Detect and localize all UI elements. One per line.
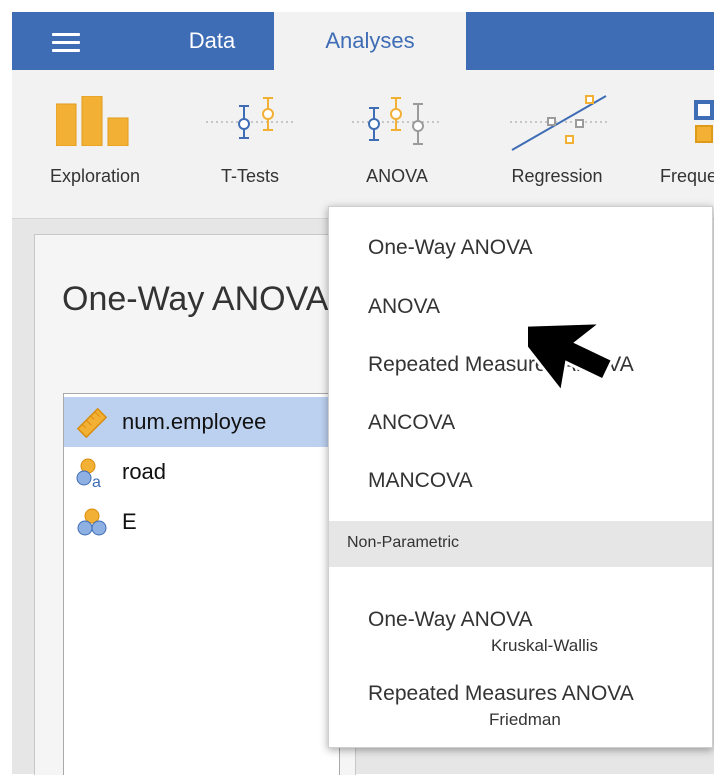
- tab-analyses[interactable]: Analyses: [274, 12, 466, 70]
- ruler-icon: [76, 407, 108, 439]
- variable-label: road: [122, 459, 167, 484]
- menu-item-label: MANCOVA: [368, 469, 473, 492]
- regression-button[interactable]: Regression: [492, 70, 622, 190]
- menu-item-friedman[interactable]: Repeated Measures ANOVA Friedman: [329, 665, 712, 735]
- section-header-label: Non-Parametric: [347, 534, 460, 551]
- anova-label: ANOVA: [366, 166, 428, 186]
- regression-icon: [510, 95, 610, 151]
- svg-text:a: a: [92, 474, 101, 489]
- analyses-ribbon: Exploration T-Tests ANOVA Regression Fre…: [12, 70, 714, 219]
- section-header-non-parametric: Non-Parametric: [329, 521, 712, 567]
- anova-dropdown-menu: One-Way ANOVA ANOVA Repeated Measures AN…: [328, 206, 713, 748]
- nominal-icon: [77, 508, 107, 536]
- menu-item-one-way-anova[interactable]: One-Way ANOVA: [329, 219, 712, 277]
- frequencies-label: Freque: [660, 166, 714, 186]
- anova-button[interactable]: ANOVA: [332, 70, 462, 190]
- frequencies-icon: [694, 100, 714, 143]
- menu-item-label: One-Way ANOVA: [368, 236, 533, 259]
- menu-item-repeated-measures-anova[interactable]: Repeated Measures ANOVA: [329, 336, 712, 394]
- variable-label: num.employee: [122, 409, 267, 434]
- menu-item-label: ANOVA: [368, 295, 440, 318]
- variable-label: E: [122, 509, 137, 534]
- mouse-pointer-icon: [528, 321, 615, 396]
- menu-item-label: One-Way ANOVA: [368, 608, 533, 631]
- menu-item-label: Repeated Measures ANOVA: [368, 682, 634, 705]
- variable-row-num-employee[interactable]: num.employee: [64, 397, 339, 447]
- t-tests-label: T-Tests: [220, 166, 279, 186]
- menu-item-sublabel: Friedman: [489, 710, 561, 729]
- menu-item-mancova[interactable]: MANCOVA: [329, 452, 712, 510]
- menu-item-kruskal-wallis[interactable]: One-Way ANOVA Kruskal-Wallis: [329, 591, 712, 661]
- nominal-text-icon: a: [76, 458, 101, 489]
- t-tests-button[interactable]: T-Tests: [190, 70, 310, 190]
- variable-list[interactable]: num.employee a road E: [63, 393, 340, 775]
- regression-label: Regression: [511, 166, 603, 186]
- tab-data[interactable]: Data: [152, 12, 272, 70]
- exploration-label: Exploration: [49, 166, 141, 186]
- hamburger-icon[interactable]: [50, 31, 84, 53]
- menu-item-label: ANCOVA: [368, 411, 456, 434]
- anova-icon: [352, 97, 442, 145]
- variable-row-e[interactable]: E: [64, 497, 339, 547]
- bar-chart-icon: [56, 96, 129, 146]
- variable-row-road[interactable]: a road: [64, 447, 339, 497]
- t-test-icon: [206, 97, 296, 139]
- menu-item-ancova[interactable]: ANCOVA: [329, 394, 712, 452]
- analysis-title: One-Way ANOVA: [62, 280, 329, 318]
- frequencies-button[interactable]: Freque: [648, 70, 714, 190]
- exploration-button[interactable]: Exploration: [30, 70, 160, 190]
- menu-item-anova[interactable]: ANOVA: [329, 278, 712, 336]
- menu-item-sublabel: Kruskal-Wallis: [491, 636, 599, 655]
- top-bar: Data Analyses: [12, 12, 714, 70]
